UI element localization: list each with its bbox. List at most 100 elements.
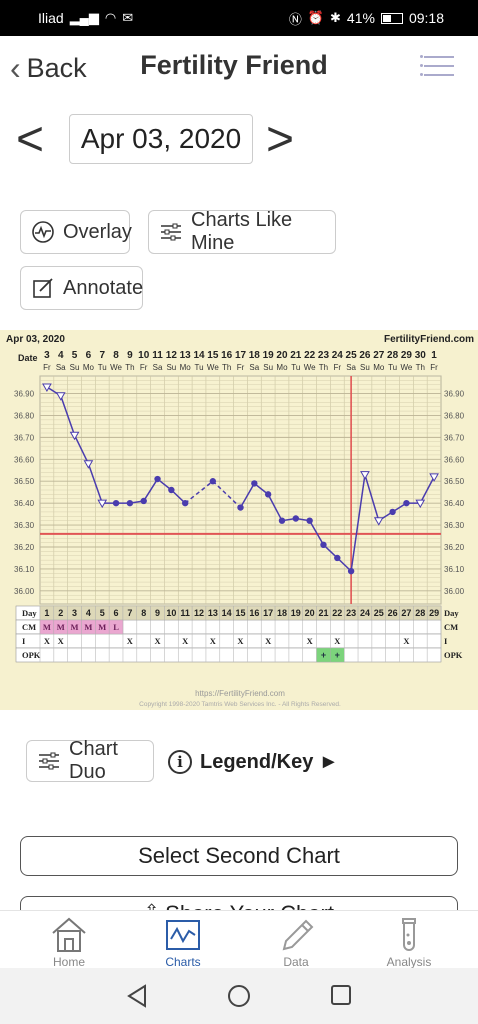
intercourse-mark: X bbox=[58, 636, 65, 646]
y-tick-label-right: 36.50 bbox=[444, 477, 465, 486]
weekday-tick-label: We bbox=[304, 363, 316, 372]
y-tick-label-left: 36.60 bbox=[14, 455, 35, 464]
intercourse-mark: X bbox=[44, 636, 51, 646]
date-tick-label: 25 bbox=[346, 350, 358, 361]
pencil-icon bbox=[282, 919, 314, 951]
y-tick-label-right: 36.40 bbox=[444, 499, 465, 508]
table-row bbox=[15, 633, 442, 649]
y-tick-label-right: 36.30 bbox=[444, 521, 465, 530]
temperature-point bbox=[140, 497, 147, 505]
temperature-point bbox=[251, 480, 258, 487]
navigation-bar: ‹ Back Fertility Friend bbox=[0, 36, 478, 96]
weekday-tick-label: We bbox=[401, 363, 413, 372]
chart-duo-label: Chart Duo bbox=[69, 738, 118, 783]
temperature-point bbox=[347, 567, 355, 575]
tab-data-label: Data bbox=[283, 955, 309, 969]
date-tick-label: 12 bbox=[166, 350, 178, 361]
weekday-tick-label: Sa bbox=[249, 363, 259, 372]
charts-like-mine-label: Charts Like Mine bbox=[191, 209, 293, 254]
date-tick-label: 28 bbox=[387, 350, 399, 361]
intercourse-mark: X bbox=[154, 636, 161, 646]
carrier-label: Iliad bbox=[38, 10, 64, 26]
tab-analysis[interactable]: Analysis bbox=[364, 915, 454, 969]
table-row bbox=[15, 647, 442, 663]
day-number: 5 bbox=[100, 608, 105, 618]
row-label-left: OPK bbox=[22, 650, 41, 660]
legend-key-link[interactable]: i Legend/Key ► bbox=[168, 750, 339, 774]
chart-duo-button[interactable]: Chart Duo bbox=[26, 738, 154, 783]
day-number: 25 bbox=[374, 608, 384, 618]
date-tick-label: 18 bbox=[249, 350, 261, 361]
overlay-button[interactable]: Overlay bbox=[20, 210, 132, 254]
date-tick-label: 22 bbox=[304, 350, 316, 361]
system-navigation-bar bbox=[0, 968, 478, 1024]
y-tick-label-right: 36.20 bbox=[444, 543, 465, 552]
weekday-tick-label: Su bbox=[70, 363, 80, 372]
temperature-point bbox=[126, 499, 134, 507]
y-tick-label-right: 36.00 bbox=[444, 587, 465, 596]
day-number: 17 bbox=[263, 608, 273, 618]
date-tick-label: 17 bbox=[235, 350, 247, 361]
date-tick-label: 16 bbox=[221, 350, 233, 361]
row-label-right: CM bbox=[444, 622, 458, 632]
overlay-icon bbox=[32, 221, 54, 243]
y-tick-label-right: 36.70 bbox=[444, 433, 465, 442]
weekday-tick-label: Fr bbox=[140, 363, 148, 372]
sliders-icon bbox=[161, 223, 181, 241]
y-tick-label-left: 36.30 bbox=[14, 521, 35, 530]
tab-charts[interactable]: Charts bbox=[138, 915, 228, 969]
row-label-left: Day bbox=[22, 608, 37, 618]
temperature-point bbox=[181, 499, 189, 507]
y-tick-label-left: 36.80 bbox=[14, 411, 35, 420]
row-label-right: I bbox=[444, 636, 448, 646]
date-tick-label: 21 bbox=[290, 350, 302, 361]
date-tick-label: 14 bbox=[193, 350, 205, 361]
day-number: 23 bbox=[346, 608, 356, 618]
menu-icon[interactable] bbox=[420, 55, 454, 76]
back-triangle-icon[interactable] bbox=[126, 984, 148, 1008]
tab-data[interactable]: Data bbox=[251, 915, 341, 969]
cm-value: M bbox=[71, 622, 79, 632]
recents-square-icon[interactable] bbox=[330, 984, 352, 1006]
temperature-point bbox=[237, 504, 244, 511]
day-number: 29 bbox=[429, 608, 439, 618]
alarm-icon: ⏰ bbox=[307, 10, 325, 25]
y-tick-label-left: 36.40 bbox=[14, 499, 35, 508]
date-tick-label: 27 bbox=[373, 350, 385, 361]
charts-like-mine-button[interactable]: Charts Like Mine bbox=[148, 209, 336, 254]
day-number: 28 bbox=[415, 608, 425, 618]
next-date-button[interactable]: > bbox=[266, 112, 294, 167]
day-number: 7 bbox=[127, 608, 132, 618]
date-tick-label: 20 bbox=[276, 350, 288, 361]
y-tick-label-left: 36.10 bbox=[14, 565, 35, 574]
date-tick-label: 13 bbox=[180, 350, 192, 361]
weekday-tick-label: Sa bbox=[153, 363, 163, 372]
previous-date-button[interactable]: < bbox=[16, 112, 44, 167]
tab-home[interactable]: Home bbox=[24, 915, 114, 969]
cm-value: M bbox=[43, 622, 51, 632]
annotate-button[interactable]: Annotate bbox=[20, 266, 143, 310]
date-tick-label: 4 bbox=[58, 350, 64, 361]
day-number: 19 bbox=[291, 608, 301, 618]
select-second-chart-button[interactable]: Select Second Chart bbox=[20, 836, 458, 876]
row-label-right: OPK bbox=[444, 650, 463, 660]
cm-value: M bbox=[57, 622, 65, 632]
weekday-tick-label: Th bbox=[222, 363, 231, 372]
cm-value: L bbox=[113, 622, 119, 632]
day-number: 8 bbox=[141, 608, 146, 618]
weekday-tick-label: Tu bbox=[388, 363, 397, 372]
tab-home-label: Home bbox=[52, 955, 85, 969]
intercourse-mark: X bbox=[265, 636, 272, 646]
date-tick-label: 29 bbox=[401, 350, 413, 361]
temperature-point bbox=[168, 486, 175, 494]
date-tick-label: 3 bbox=[44, 350, 50, 361]
date-field[interactable]: Apr 03, 2020 bbox=[69, 114, 253, 164]
cm-value: M bbox=[98, 622, 106, 632]
wifi-icon: ◠ bbox=[104, 10, 117, 25]
info-icon: i bbox=[168, 750, 192, 774]
weekday-tick-label: Mo bbox=[373, 363, 385, 372]
footer-url: https://FertilityFriend.com bbox=[195, 689, 285, 698]
intercourse-mark: X bbox=[307, 636, 314, 646]
chart-tools-row: Chart Duo i Legend/Key ► bbox=[0, 738, 478, 786]
home-circle-icon[interactable] bbox=[227, 984, 251, 1008]
